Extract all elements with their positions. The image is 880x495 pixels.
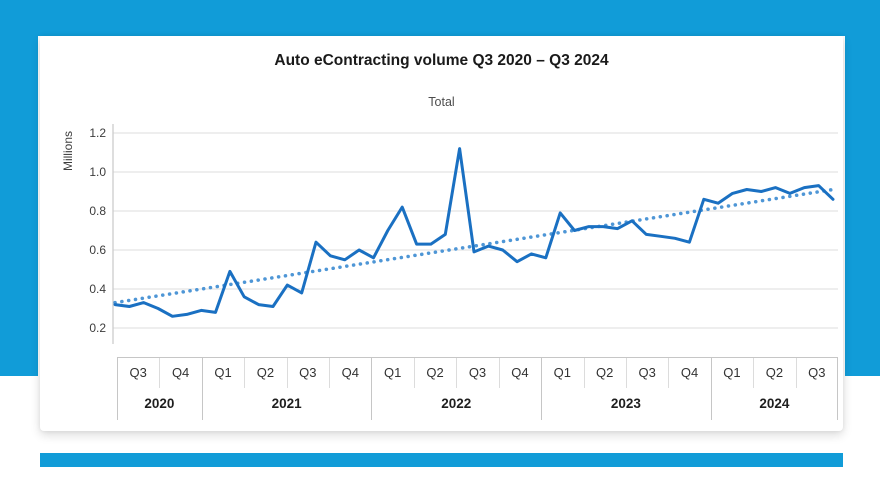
frame-bottom-bar — [40, 453, 843, 467]
frame-top-bar — [0, 0, 880, 36]
chart-card: Auto eContracting volume Q3 2020 – Q3 20… — [40, 36, 843, 431]
quarter-separator — [159, 358, 160, 388]
y-tick-label: 0.2 — [76, 320, 106, 336]
quarter-label: Q4 — [159, 365, 201, 381]
page: Auto eContracting volume Q3 2020 – Q3 20… — [0, 0, 880, 495]
quarter-label: Q3 — [626, 365, 668, 381]
quarter-separator — [244, 358, 245, 388]
year-label: 2024 — [711, 396, 838, 412]
quarter-separator — [753, 358, 754, 388]
frame-right-bar — [845, 0, 880, 376]
year-label: 2021 — [202, 396, 372, 412]
quarter-separator — [287, 358, 288, 388]
quarter-separator — [414, 358, 415, 388]
quarter-label: Q1 — [371, 365, 413, 381]
y-tick-label: 1.0 — [76, 164, 106, 180]
chart-title: Auto eContracting volume Q3 2020 – Q3 20… — [40, 52, 843, 70]
y-tick-label: 0.8 — [76, 203, 106, 219]
quarter-separator — [329, 358, 330, 388]
year-label: 2022 — [371, 396, 541, 412]
quarter-label: Q2 — [244, 365, 286, 381]
quarter-separator — [668, 358, 669, 388]
quarter-label: Q4 — [329, 365, 371, 381]
frame-left-bar — [0, 0, 38, 376]
quarter-label: Q3 — [456, 365, 498, 381]
quarter-separator — [499, 358, 500, 388]
quarter-separator — [796, 358, 797, 388]
year-label: 2020 — [117, 396, 202, 412]
series-line-total — [115, 149, 833, 317]
year-label: 2023 — [541, 396, 711, 412]
quarter-separator — [456, 358, 457, 388]
quarter-label: Q1 — [202, 365, 244, 381]
quarter-label: Q2 — [584, 365, 626, 381]
quarter-label: Q1 — [541, 365, 583, 381]
quarter-label: Q3 — [796, 365, 838, 381]
quarter-label: Q3 — [287, 365, 329, 381]
chart-subtitle: Total — [40, 95, 843, 109]
quarter-label: Q4 — [668, 365, 710, 381]
y-tick-label: 1.2 — [76, 125, 106, 141]
quarter-separator — [584, 358, 585, 388]
y-tick-label: 0.4 — [76, 281, 106, 297]
quarter-label: Q2 — [414, 365, 456, 381]
x-axis-table: Q3Q4Q1Q2Q3Q4Q1Q2Q3Q4Q1Q2Q3Q4Q1Q2Q3202020… — [117, 357, 838, 420]
quarter-label: Q2 — [753, 365, 795, 381]
y-axis-unit-label: Millions — [61, 119, 75, 183]
quarter-label: Q4 — [499, 365, 541, 381]
y-tick-label: 0.6 — [76, 242, 106, 258]
quarter-separator — [626, 358, 627, 388]
quarter-label: Q3 — [117, 365, 159, 381]
quarter-label: Q1 — [711, 365, 753, 381]
